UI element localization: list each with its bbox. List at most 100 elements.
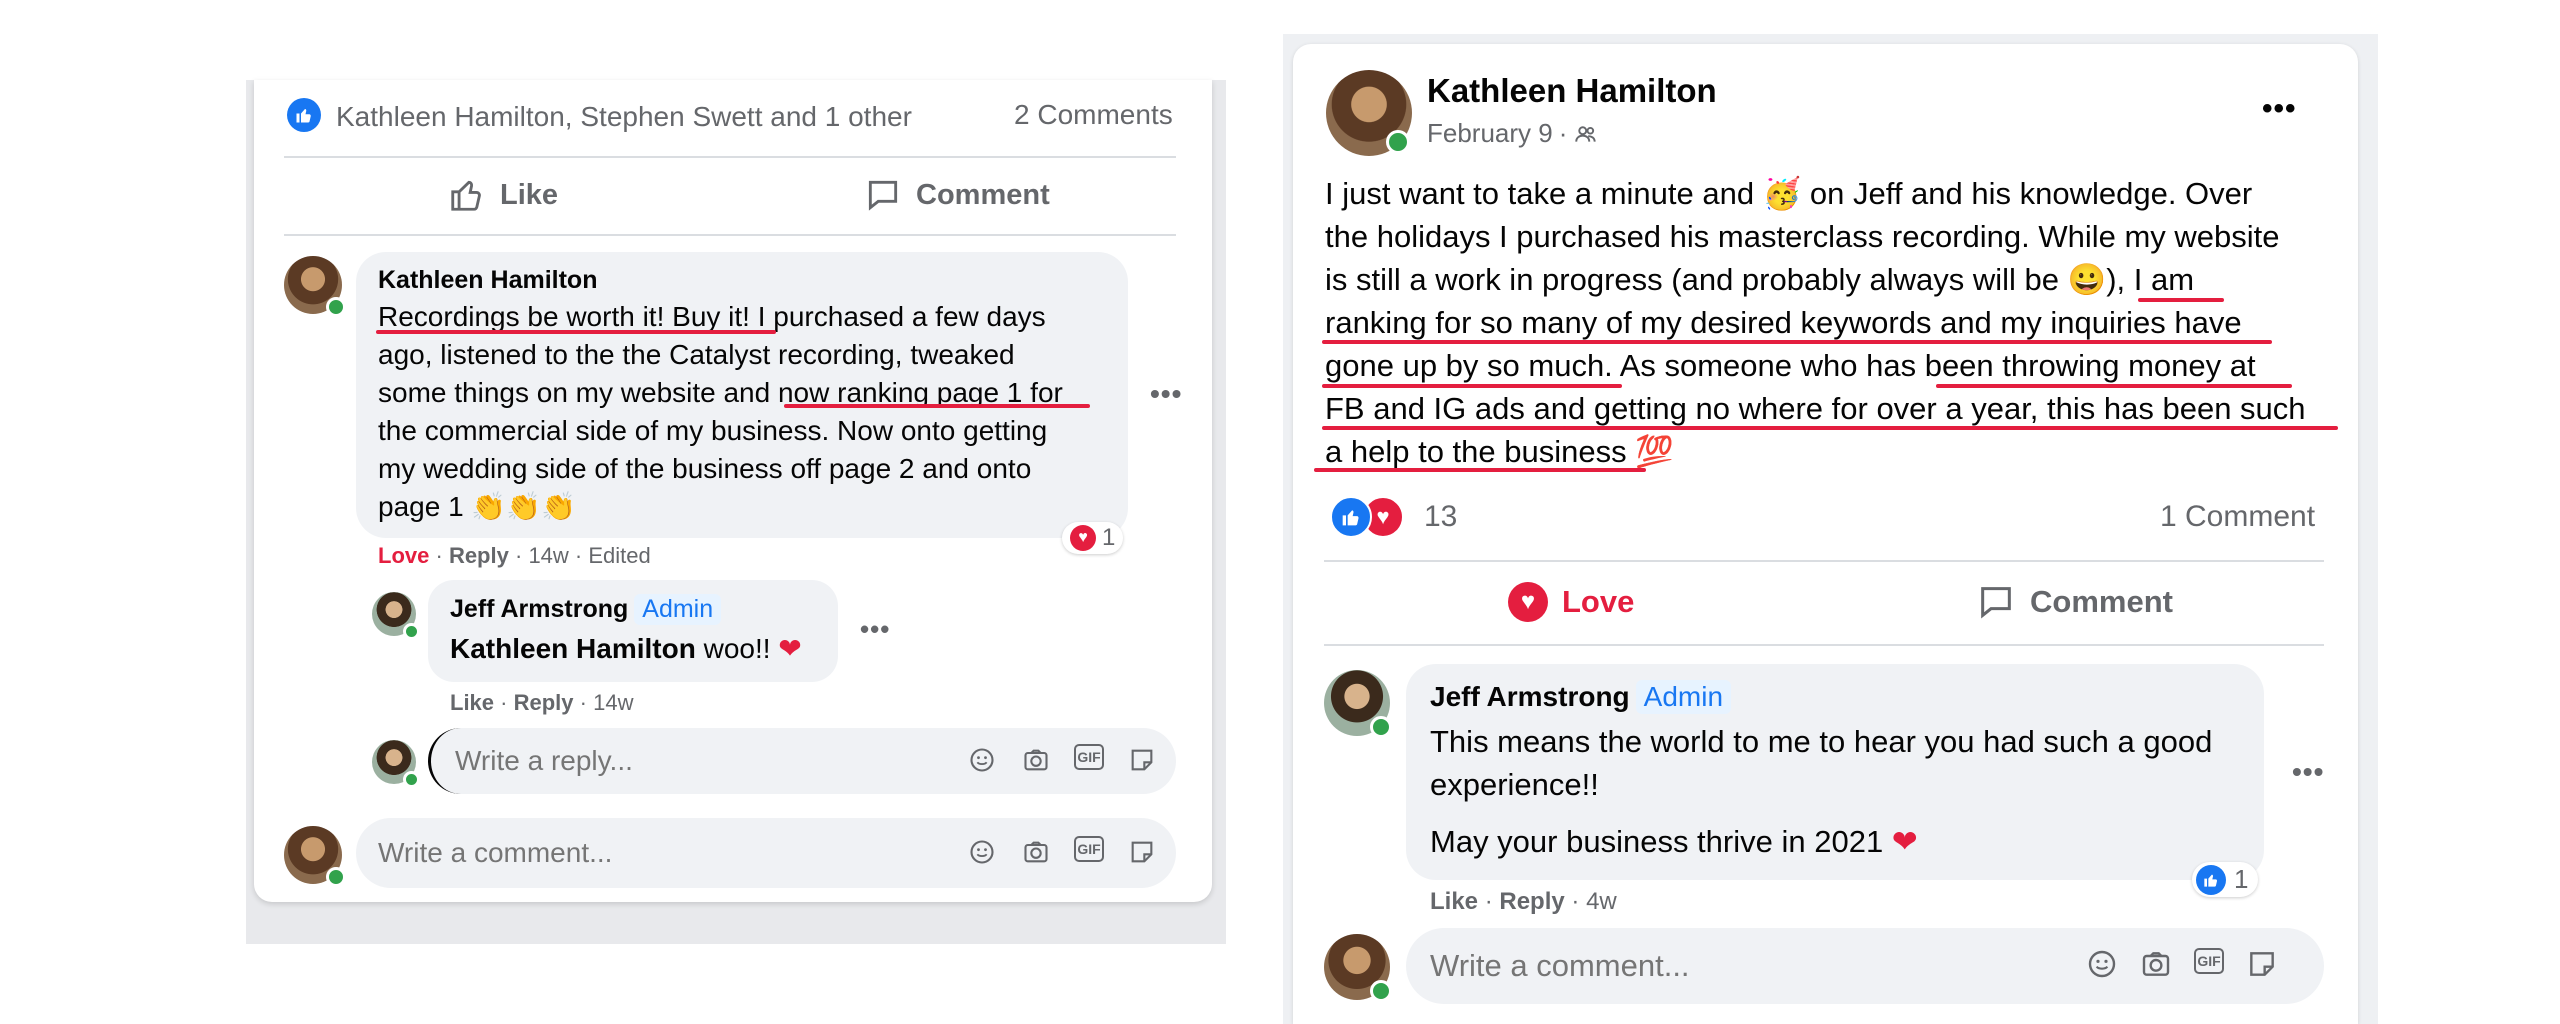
online-indicator [403,623,420,640]
like-reaction-icon [2196,864,2226,895]
reply-time[interactable]: 14w [593,690,633,715]
comment-line4: the commercial side of my business. Now … [378,415,1048,446]
post-meta: February 9 · [1427,118,1599,149]
reply-input-icons: GIF [966,744,1158,776]
divider [1324,560,2324,562]
comment-time[interactable]: 14w [528,543,568,568]
hundred-emoji: 💯 [1635,434,1674,469]
comments-count-link[interactable]: 1 Comment [2160,500,2315,534]
red-underline [1314,468,1646,472]
camera-icon[interactable] [2140,948,2172,980]
comment-bubble-icon [1981,587,2011,619]
like-link[interactable]: Like [1430,888,1478,915]
reactor-names[interactable]: Kathleen Hamilton, Stephen Swett and 1 o… [336,101,912,133]
like-reaction-icon [287,98,321,132]
reply-header: Jeff Armstrong Admin [450,594,722,625]
like-link[interactable]: Like [450,690,494,715]
reply-text: This means the world to me to hear you h… [1430,720,2250,863]
comment-label: Comment [2030,584,2173,619]
online-indicator [1370,980,1392,1002]
reaction-pill[interactable]: ♥ 1 [1062,522,1124,554]
online-indicator [326,867,346,887]
grin-emoji: 😀 [2067,262,2107,297]
more-options-icon[interactable]: ••• [860,614,890,645]
reply-author[interactable]: Jeff Armstrong [450,595,628,623]
sticker-icon[interactable] [2246,948,2278,980]
camera-icon[interactable] [1020,836,1052,868]
comment-actions: Love · Reply · 14w · Edited [378,543,651,568]
reply-body: woo!! [695,633,771,664]
like-reaction-icon [1330,496,1372,538]
online-indicator [326,297,346,317]
heart-emoji: ❤ [778,633,802,664]
comment-input-icons: GIF [2086,948,2278,980]
love-reaction-link[interactable]: Love [378,543,429,568]
comment-input-icons: GIF [966,836,1158,868]
post-line: the holidays I purchased his masterclass… [1325,219,2280,254]
reply-header: Jeff Armstrong Admin [1430,680,1732,714]
post-line: FB and IG ads and getting no where for o… [1325,391,2306,426]
gif-icon[interactable]: GIF [1074,836,1104,862]
comment-button[interactable]: Comment [1976,582,2173,622]
comment-author[interactable]: Kathleen Hamilton [378,266,597,295]
sticker-icon[interactable] [1126,744,1158,776]
comment-button[interactable]: Comment [864,176,1050,214]
red-underline [376,330,776,334]
reply-link[interactable]: Reply [514,690,574,715]
reply-link[interactable]: Reply [449,543,509,568]
admin-badge: Admin [1635,680,1732,714]
thumbs-up-icon [451,180,481,211]
love-reaction-icon: ♥ [1070,525,1096,551]
divider [284,234,1176,236]
friends-audience-icon [1575,125,1597,142]
red-underline [784,404,1090,408]
reaction-pill[interactable]: 1 [2192,862,2259,897]
mention[interactable]: Kathleen Hamilton [450,633,696,664]
reply-line: This means the world to me to hear you h… [1430,724,2213,759]
online-indicator [403,771,420,788]
reply-author[interactable]: Jeff Armstrong [1430,681,1630,712]
more-options-icon[interactable]: ••• [1150,378,1182,410]
comment-line1b: I purchased a few days [749,301,1046,332]
more-options-icon[interactable]: ••• [2292,756,2324,788]
post-line: ), I am [2106,262,2195,297]
camera-icon[interactable] [1020,744,1052,776]
gif-icon[interactable]: GIF [2194,948,2224,974]
emoji-icon[interactable] [966,836,998,868]
reply-time[interactable]: 4w [1586,888,1617,915]
love-icon: ♥ [1508,582,1548,622]
comment-label: Comment [916,178,1050,211]
comment-line1: Recordings be worth it! Buy it! [378,301,750,332]
comment-line2: ago, listened to the the Catalyst record… [378,339,1015,370]
post-line: is still a work in progress (and probabl… [1325,262,2068,297]
more-options-icon[interactable]: ••• [2262,92,2297,126]
red-underline [1936,384,2292,388]
reply-line: May your business thrive in 2021 [1430,824,1892,859]
post-line: ranking for so many of my desired keywor… [1325,305,2242,340]
comment-line6: page 1 [378,491,464,522]
post-line: gone up by so much. As someone who has b… [1325,348,2256,383]
party-emoji: 🥳 [1762,176,1802,211]
post-line: I just want to take a minute and [1325,176,1763,211]
reply-link[interactable]: Reply [1499,888,1564,915]
post-date[interactable]: February 9 [1427,118,1553,149]
comment-bubble-icon [868,180,898,211]
love-button[interactable]: ♥ Love [1508,582,1634,622]
emoji-icon[interactable] [966,744,998,776]
like-label: Like [500,178,559,211]
divider [284,156,1176,158]
love-label: Love [1562,584,1635,619]
gif-icon[interactable]: GIF [1074,744,1104,770]
like-button[interactable]: Like [448,176,558,214]
red-underline [2138,298,2224,302]
emoji-icon[interactable] [2086,948,2118,980]
sticker-icon[interactable] [1126,836,1158,868]
red-underline [1322,384,1622,388]
post-line: on Jeff and his knowledge. Over [1801,176,2253,211]
edited-label: Edited [588,543,651,568]
red-underline [1322,426,2338,430]
reaction-count[interactable]: 13 [1424,500,1457,534]
post-author[interactable]: Kathleen Hamilton [1427,72,1717,110]
comments-count-link[interactable]: 2 Comments [1014,99,1173,131]
comment-line3a: some things on my website and [378,377,778,408]
